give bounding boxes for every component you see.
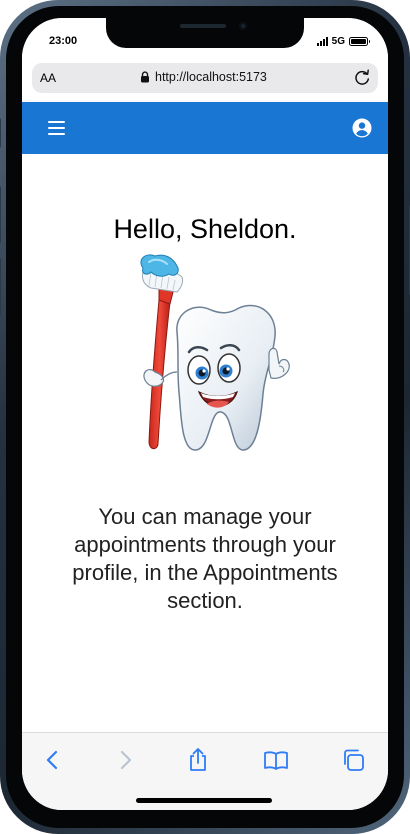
hamburger-menu-icon[interactable]	[48, 118, 68, 138]
main-content: Hello, Sheldon. You can manage your appo…	[22, 154, 388, 732]
text-size-button[interactable]: AA	[40, 71, 56, 85]
forward-icon[interactable]	[112, 747, 138, 773]
lock-icon	[141, 71, 149, 83]
app-bar	[22, 102, 388, 154]
account-circle-icon[interactable]	[352, 118, 372, 138]
status-time: 23:00	[49, 35, 78, 47]
address-bar[interactable]: AA http://localhost:5173	[32, 63, 378, 93]
volume-up-button	[0, 186, 1, 244]
browser-address-area: AA http://localhost:5173	[22, 60, 388, 102]
instructions-text: You can manage your appointments through…	[72, 504, 338, 613]
tooth-mascot-illustration	[140, 254, 290, 451]
battery-level	[351, 38, 366, 44]
notch	[106, 18, 304, 48]
tabs-icon[interactable]	[340, 747, 366, 773]
battery-icon	[349, 36, 370, 46]
url-display[interactable]: http://localhost:5173	[140, 70, 267, 84]
phone-frame: 23:00 5G AA http://localhost:5173 Hello,…	[0, 0, 410, 834]
front-camera	[239, 22, 247, 30]
url-text: http://localhost:5173	[155, 70, 267, 84]
greeting-heading: Hello, Sheldon.	[113, 214, 297, 244]
status-indicators: 5G	[316, 35, 370, 47]
bookmarks-icon[interactable]	[263, 747, 289, 773]
home-indicator[interactable]	[136, 798, 272, 803]
signal-bars-icon	[316, 36, 328, 46]
volume-down-button	[0, 258, 1, 316]
share-icon[interactable]	[185, 747, 211, 773]
speaker-grille	[180, 24, 226, 28]
network-type-label: 5G	[331, 35, 345, 47]
status-bar: 23:00 5G	[22, 18, 388, 60]
reload-icon[interactable]	[352, 68, 372, 88]
screen: 23:00 5G AA http://localhost:5173 Hello,…	[22, 18, 388, 810]
back-icon[interactable]	[40, 747, 66, 773]
mute-switch	[0, 118, 1, 148]
